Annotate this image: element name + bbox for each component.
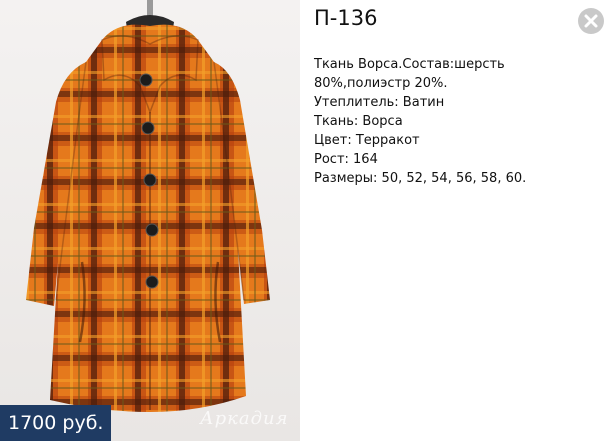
product-popup: Аркадия 1700 руб. П-136 Ткань Ворса.Сост… [0,0,612,441]
detail-insulation: Утеплитель: Ватин [314,95,445,110]
detail-fabric: Ткань: Ворса [314,114,403,129]
close-icon [584,14,598,28]
detail-composition: Ткань Ворса.Состав:шерсть 80%,полиэстр 2… [314,57,505,91]
watermark-text: Аркадия [200,408,289,429]
detail-sizes: Размеры: 50, 52, 54, 56, 58, 60. [314,171,527,186]
product-details: Ткань Ворса.Состав:шерсть 80%,полиэстр 2… [314,55,604,188]
close-button[interactable] [578,8,604,34]
detail-height: Рост: 164 [314,152,378,167]
price-badge: 1700 руб. [0,405,112,441]
product-photo: Аркадия [0,0,300,441]
detail-color: Цвет: Терракот [314,133,420,148]
coat-image [0,0,300,441]
product-title: П-136 [314,6,378,30]
